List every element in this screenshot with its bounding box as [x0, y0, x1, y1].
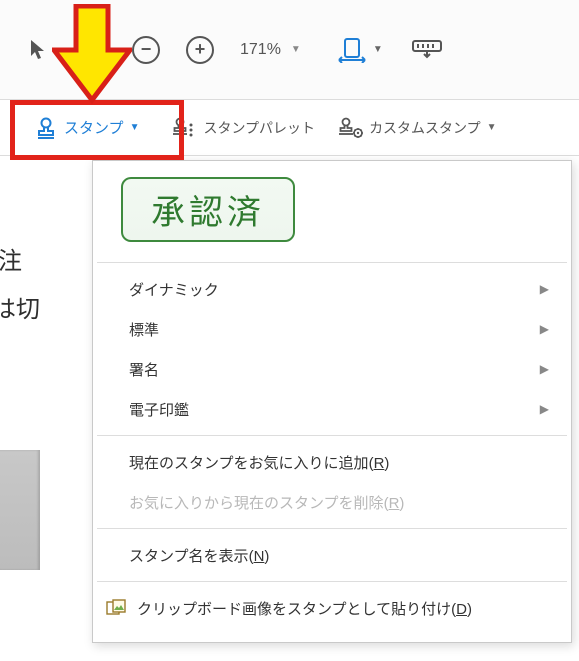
- custom-stamp-dropdown[interactable]: カスタムスタンプ ▼: [337, 116, 497, 140]
- menu-item-label: お気に入りから現在のスタンプを削除(R): [129, 492, 404, 513]
- chevron-down-icon: ▼: [291, 44, 301, 55]
- menu-item-signature[interactable]: 署名 ▶: [93, 349, 571, 389]
- custom-stamp-icon: [337, 116, 363, 140]
- chevron-right-icon: ▶: [540, 402, 549, 416]
- menu-item-show-names[interactable]: スタンプ名を表示(N): [93, 535, 571, 575]
- stamp-menu: 承認済 ダイナミック ▶ 標準 ▶ 署名 ▶ 電子印鑑 ▶ 現在のスタンプをお気…: [92, 160, 572, 643]
- menu-separator: [97, 581, 567, 582]
- menu-item-label: ダイナミック: [129, 279, 219, 300]
- main-toolbar: − + 171% ▼ ▼: [0, 0, 579, 100]
- menu-item-label: 署名: [129, 359, 159, 380]
- menu-item-standard[interactable]: 標準 ▶: [93, 309, 571, 349]
- stamp-toolbar: スタンプ ▼ スタンプパレット カスタムスタンプ: [0, 100, 579, 156]
- chevron-right-icon: ▶: [540, 322, 549, 336]
- fit-width-tool[interactable]: ▼: [337, 37, 383, 63]
- keyboard-tool[interactable]: [409, 32, 445, 68]
- approved-stamp-preview[interactable]: 承認済: [121, 177, 295, 242]
- stamp-palette-button[interactable]: スタンプパレット: [171, 116, 315, 140]
- document-edge: [0, 450, 40, 570]
- menu-item-remove-favorite: お気に入りから現在のスタンプを削除(R): [93, 482, 571, 522]
- chevron-down-icon: ▼: [130, 122, 140, 133]
- zoom-level-dropdown[interactable]: 171% ▼: [240, 41, 301, 59]
- menu-item-label: スタンプ名を表示(N): [129, 545, 269, 566]
- menu-item-eseal[interactable]: 電子印鑑 ▶: [93, 389, 571, 429]
- chevron-down-icon: ▼: [487, 122, 497, 133]
- menu-separator: [97, 528, 567, 529]
- chevron-right-icon: ▶: [540, 362, 549, 376]
- menu-separator: [97, 435, 567, 436]
- zoom-in-button[interactable]: +: [182, 32, 218, 68]
- stamp-icon: [34, 116, 58, 140]
- menu-separator: [97, 262, 567, 263]
- zoom-level-value: 171%: [240, 41, 281, 59]
- stamp-palette-icon: [171, 116, 197, 140]
- menu-item-dynamic[interactable]: ダイナミック ▶: [93, 269, 571, 309]
- selection-tool[interactable]: [20, 32, 56, 68]
- chevron-right-icon: ▶: [540, 282, 549, 296]
- menu-item-label: 現在のスタンプをお気に入りに追加(R): [129, 452, 389, 473]
- menu-item-add-favorite[interactable]: 現在のスタンプをお気に入りに追加(R): [93, 442, 571, 482]
- menu-item-paste-clipboard[interactable]: クリップボード画像をスタンプとして貼り付け(D): [93, 588, 571, 628]
- stamp-dropdown-label: スタンプ: [64, 117, 124, 138]
- menu-item-label: 電子印鑑: [129, 399, 189, 420]
- clipboard-image-icon: [105, 597, 127, 619]
- zoom-out-button[interactable]: −: [128, 32, 164, 68]
- menu-item-label: 標準: [129, 319, 159, 340]
- menu-item-label: クリップボード画像をスタンプとして貼り付け(D): [137, 598, 472, 619]
- stamp-palette-label: スタンプパレット: [203, 118, 315, 138]
- stamp-dropdown[interactable]: スタンプ ▼: [24, 112, 149, 144]
- document-text-fragment: 注 は切: [0, 238, 92, 334]
- hand-tool[interactable]: [74, 32, 110, 68]
- custom-stamp-label: カスタムスタンプ: [369, 118, 481, 138]
- chevron-down-icon: ▼: [373, 44, 383, 55]
